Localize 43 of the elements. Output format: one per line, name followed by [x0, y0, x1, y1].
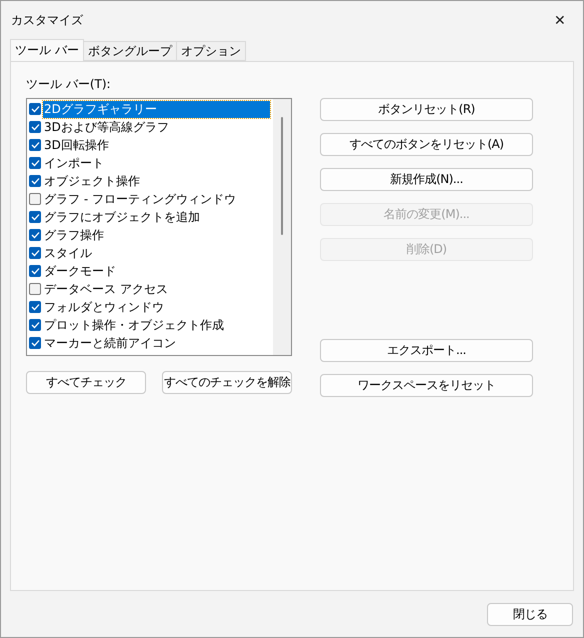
check-all-button[interactable]: すべてチェック: [26, 371, 146, 394]
close-button[interactable]: ✕: [537, 1, 583, 39]
checkbox[interactable]: [29, 265, 41, 277]
list-item[interactable]: オブジェクト操作: [43, 172, 141, 190]
window-title: カスタマイズ: [11, 12, 83, 28]
checkbox[interactable]: [29, 229, 41, 241]
checkbox[interactable]: [29, 247, 41, 259]
uncheck-all-button[interactable]: すべてのチェックを解除: [162, 371, 292, 394]
list-item[interactable]: マーカーと続前アイコン: [43, 334, 177, 352]
list-label: ツール バー(T):: [26, 76, 112, 93]
list-item[interactable]: フォルダとウィンドウ: [43, 298, 165, 316]
list-item[interactable]: グラフ操作: [43, 226, 105, 244]
tab[interactable]: ツール バー: [10, 39, 84, 61]
scrollbar[interactable]: [273, 99, 291, 355]
checkbox[interactable]: [29, 301, 41, 313]
list-item[interactable]: データベース アクセス: [43, 280, 169, 298]
checkbox[interactable]: [29, 157, 41, 169]
list-item[interactable]: プロット操作・オブジェクト作成: [43, 316, 225, 334]
list-item[interactable]: グラフにオブジェクトを追加: [43, 208, 201, 226]
list-item[interactable]: 3D回転操作: [43, 136, 110, 154]
export-button[interactable]: エクスポート...: [320, 339, 533, 362]
action-button[interactable]: 新規作成(N)...: [320, 168, 533, 191]
checkbox[interactable]: [29, 139, 41, 151]
list-item[interactable]: グラフ - フローティングウィンドウ: [43, 190, 237, 208]
checkbox[interactable]: [29, 121, 41, 133]
checkbox[interactable]: [29, 211, 41, 223]
list-item[interactable]: インポート: [43, 154, 105, 172]
checkbox[interactable]: [29, 103, 41, 115]
list-item[interactable]: スタイル: [43, 244, 93, 262]
list-item[interactable]: 2Dグラフギャラリー: [43, 100, 270, 118]
checkbox[interactable]: [29, 319, 41, 331]
action-button[interactable]: すべてのボタンをリセット(A): [320, 133, 533, 156]
tab[interactable]: ボタングループ: [82, 41, 177, 61]
list-item[interactable]: 3Dおよび等高線グラフ: [43, 118, 170, 136]
tab[interactable]: オプション: [176, 41, 246, 61]
action-button[interactable]: ボタンリセット(R): [320, 98, 533, 121]
checkbox[interactable]: [29, 283, 41, 295]
list-item[interactable]: ダークモード: [43, 262, 117, 280]
close-dialog-button[interactable]: 閉じる: [487, 602, 573, 626]
reset-workspace-button[interactable]: ワークスペースをリセット: [320, 374, 533, 397]
checkbox[interactable]: [29, 193, 41, 205]
checkbox[interactable]: [29, 175, 41, 187]
checkbox[interactable]: [29, 337, 41, 349]
